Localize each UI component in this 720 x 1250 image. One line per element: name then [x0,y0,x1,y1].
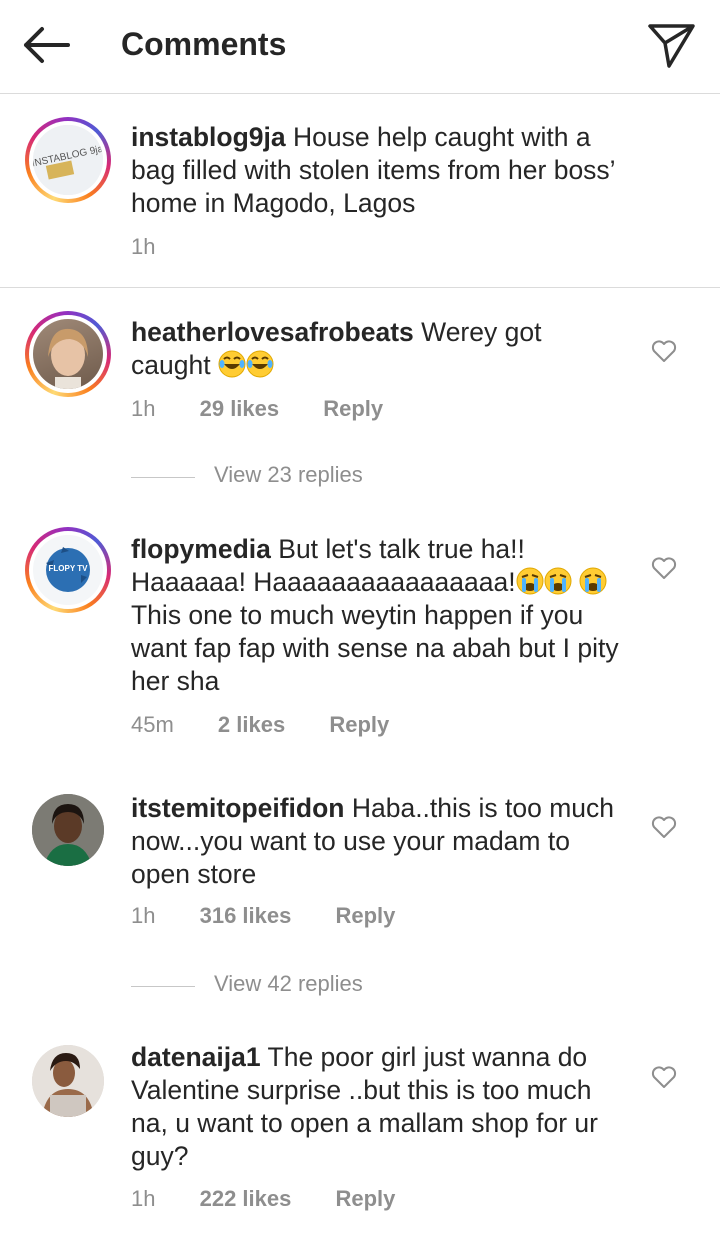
caption-text: instablog9ja House help caught with a ba… [131,122,615,218]
likes-count[interactable]: 2 likes [218,712,285,738]
reply-button[interactable]: Reply [335,903,395,929]
likes-count[interactable]: 316 likes [200,903,292,929]
send-icon[interactable] [644,20,698,70]
timestamp: 1h [131,234,156,259]
avatar[interactable] [32,794,104,866]
flopy-tv-logo: FLOPY TV [46,547,90,592]
avatar[interactable]: INSTABLOG 9ja [25,117,111,203]
comment-text: itstemitopeifidon Haba..this is too much… [131,793,615,889]
heart-icon[interactable] [651,556,677,580]
caption-meta: 1h [131,234,193,260]
timestamp: 1h [131,903,156,928]
comment-meta: 1h 222 likes Reply [131,1186,433,1212]
laughing-emoji-icon [245,350,274,378]
post-caption: INSTABLOG 9ja instablog9ja House help ca… [0,94,720,288]
laughing-emoji-icon [217,350,246,378]
comment-meta: 1h 316 likes Reply [131,903,433,929]
back-arrow-icon[interactable] [18,22,74,68]
comment-meta: 45m 2 likes Reply [131,712,427,738]
comment-text: heatherlovesafrobeats Werey got caught [131,317,542,380]
page-title: Comments [121,26,287,62]
reply-button[interactable]: Reply [323,396,383,422]
comment-meta: 1h 29 likes Reply [131,396,421,422]
timestamp: 1h [131,1186,156,1211]
username[interactable]: heatherlovesafrobeats [131,317,414,347]
comment-text: datenaija1 The poor girl just wanna do V… [131,1042,598,1171]
comment-item: FLOPY TV flopymedia But let's talk true … [0,505,720,780]
comment-item: heatherlovesafrobeats Werey got caught 1… [0,288,720,498]
comment-text: flopymedia But let's talk true ha!! Haaa… [131,534,619,696]
likes-count[interactable]: 29 likes [200,396,280,422]
crying-emoji-icon [515,567,544,595]
heart-icon[interactable] [651,339,677,363]
divider-line [131,477,195,478]
username[interactable]: flopymedia [131,534,271,564]
instablog-logo: INSTABLOG 9ja [33,125,103,195]
divider-line [131,986,195,987]
avatar[interactable]: FLOPY TV [25,527,111,613]
username[interactable]: itstemitopeifidon [131,793,344,823]
timestamp: 1h [131,396,156,421]
avatar[interactable] [25,311,111,397]
username[interactable]: datenaija1 [131,1042,261,1072]
heart-icon[interactable] [651,815,677,839]
username[interactable]: instablog9ja [131,122,286,152]
comment-item: itstemitopeifidon Haba..this is too much… [0,782,720,1007]
crying-emoji-icon [543,567,572,595]
top-bar: Comments [0,0,720,94]
reply-button[interactable]: Reply [329,712,389,738]
comment-item: datenaija1 The poor girl just wanna do V… [0,1030,720,1250]
crying-emoji-icon [578,567,607,595]
timestamp: 45m [131,712,174,737]
svg-text:FLOPY TV: FLOPY TV [49,564,89,573]
avatar[interactable] [32,1045,104,1117]
reply-button[interactable]: Reply [335,1186,395,1212]
heart-icon[interactable] [651,1065,677,1089]
likes-count[interactable]: 222 likes [200,1186,292,1212]
